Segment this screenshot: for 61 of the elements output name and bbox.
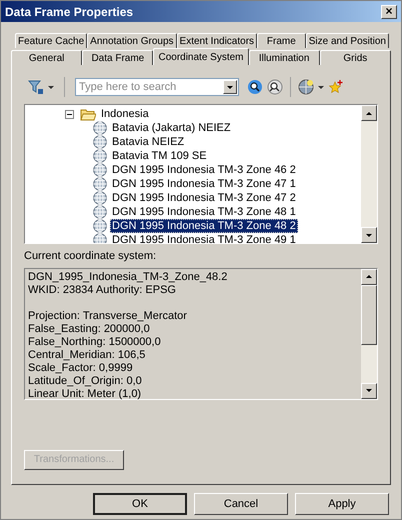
down-arrow-icon[interactable] [366, 234, 372, 236]
scrollbar[interactable] [361, 268, 377, 398]
globe-icon [93, 135, 107, 149]
tree-item[interactable]: DGN 1995 Indonesia TM-3 Zone 48 1 [110, 205, 298, 219]
folder-icon [80, 108, 96, 120]
tab[interactable]: Extent Indicators [176, 33, 258, 48]
tab[interactable]: Illumination [248, 50, 320, 65]
dialog-button[interactable]: Cancel [194, 493, 288, 515]
filter-icon[interactable] [28, 79, 44, 95]
up-arrow-icon[interactable] [366, 112, 372, 114]
dialog-button[interactable]: OK [93, 493, 187, 515]
dialog-button[interactable]: Apply [295, 493, 389, 515]
star-add-icon[interactable] [328, 79, 344, 95]
window-title: Data Frame Properties [5, 4, 134, 20]
caret-icon [227, 86, 233, 88]
detail-line: Projection: Transverse_Mercator [28, 310, 188, 322]
collapse-toggle[interactable] [65, 110, 74, 118]
globe-icon[interactable] [298, 79, 314, 95]
dropdown-arrow-icon[interactable] [318, 86, 324, 88]
scrollbar[interactable] [361, 105, 377, 243]
up-arrow-icon[interactable] [366, 275, 372, 278]
globe-icon [93, 191, 107, 205]
tree-item[interactable]: DGN 1995 Indonesia TM-3 Zone 48 2 [110, 219, 298, 233]
globe-icon [93, 205, 107, 219]
search-field[interactable]: Type here to search [75, 78, 239, 96]
dropdown-button[interactable] [223, 80, 237, 94]
tab[interactable]: Size and Position [306, 33, 389, 48]
tree-item[interactable]: DGN 1995 Indonesia TM-3 Zone 49 1 [110, 233, 298, 243]
globe-icon [93, 219, 107, 233]
tab[interactable]: Feature Cache [15, 33, 88, 48]
clear-search-icon[interactable] [267, 79, 283, 95]
tab[interactable]: Grids [320, 50, 391, 65]
down-arrow-icon[interactable] [366, 389, 372, 392]
tab[interactable]: Annotation Groups [87, 33, 177, 48]
section-label: Current coordinate system: [24, 249, 158, 264]
tab[interactable]: General [11, 50, 82, 65]
tab[interactable]: Data Frame [82, 50, 154, 65]
detail-line: DGN_1995_Indonesia_TM-3_Zone_48.2 [28, 270, 228, 284]
globe-icon [93, 163, 107, 177]
close-button[interactable]: × [381, 4, 397, 18]
detail-line: Linear Unit: Meter (1,0) [28, 388, 142, 400]
tab[interactable]: Frame [257, 33, 306, 48]
detail-line: False_Easting: 200000,0 [28, 322, 151, 336]
tree-item[interactable]: Batavia NEIEZ [110, 135, 186, 149]
tree-item[interactable]: DGN 1995 Indonesia TM-3 Zone 46 2 [110, 163, 298, 177]
tree-item[interactable]: DGN 1995 Indonesia TM-3 Zone 47 2 [110, 191, 298, 205]
detail-line: WKID: 23834 Authority: EPSG [28, 284, 177, 296]
detail-line: Latitude_Of_Origin: 0,0 [28, 374, 143, 388]
detail-line: Scale_Factor: 0,9999 [28, 362, 134, 374]
globe-icon [93, 177, 107, 191]
tree-item[interactable]: DGN 1995 Indonesia TM-3 Zone 47 1 [110, 177, 298, 191]
globe-icon [93, 149, 107, 163]
detail-line: False_Northing: 1500000,0 [28, 336, 162, 348]
globe-icon [93, 121, 107, 135]
tree-item[interactable]: Batavia (Jakarta) NEIEZ [110, 121, 233, 135]
tree-item[interactable]: Batavia TM 109 SE [110, 149, 209, 163]
detail-line: Central_Meridian: 106,5 [28, 348, 146, 362]
search-icon[interactable] [247, 79, 263, 95]
tab[interactable]: Coordinate System [153, 48, 249, 65]
tree-item[interactable]: Indonesia [99, 107, 151, 121]
dropdown-arrow-icon[interactable] [48, 86, 54, 88]
